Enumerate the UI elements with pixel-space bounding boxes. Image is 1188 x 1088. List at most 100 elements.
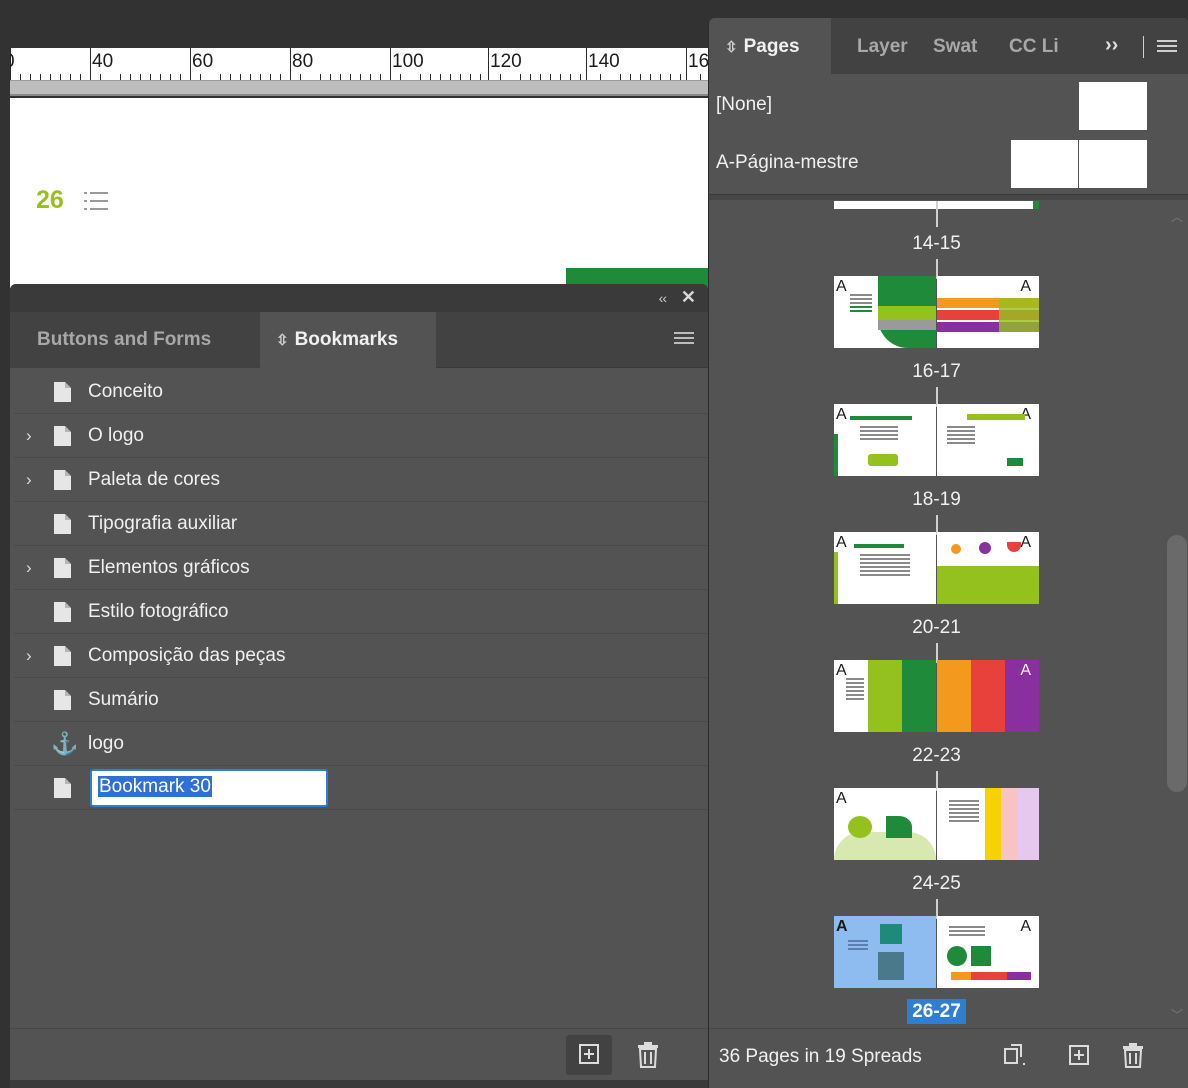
collapse-panel-icon[interactable]: ‹‹ (659, 290, 667, 306)
master-prefix: A (1020, 662, 1031, 679)
panel-title-bar[interactable]: ‹‹ ✕ (10, 284, 708, 312)
master-thumbnail-left[interactable] (1011, 140, 1078, 188)
spread-label[interactable]: 14-15 (834, 233, 1039, 255)
master-a-pagina-mestre[interactable]: A-Página-mestre (709, 136, 1188, 194)
bookmark-item-composicao-das-pecas[interactable]: › Composição das peças (14, 634, 708, 678)
edit-page-size-icon[interactable] (999, 1041, 1027, 1069)
ruler-minor-tick (380, 74, 381, 80)
bookmark-label: Sumário (88, 689, 159, 710)
ruler-minor-tick (40, 74, 41, 80)
document-canvas[interactable] (10, 98, 708, 288)
ruler-tick (686, 48, 687, 80)
spread-label[interactable]: 24-25 (834, 873, 1039, 895)
page-thumbnail[interactable]: A (834, 788, 936, 860)
ruler-tick (390, 48, 391, 80)
bookmark-item-estilo-fotografico[interactable]: Estilo fotográfico (14, 590, 708, 634)
ruler-minor-tick (100, 74, 101, 80)
chevron-right-icon[interactable]: › (26, 646, 32, 666)
pages-scroll-area[interactable]: 14-15 A A 16-17 A A 18-19 A A 20-21 A A … (709, 201, 1169, 1028)
trash-icon (638, 1042, 658, 1068)
ruler-label: 80 (292, 51, 314, 72)
page-thumbnail[interactable]: A (937, 404, 1039, 476)
close-panel-icon[interactable]: ✕ (681, 287, 696, 308)
bookmark-item-editing[interactable]: Bookmark 30 (14, 766, 708, 810)
bookmark-item-o-logo[interactable]: › O logo (14, 414, 708, 458)
spread-label-selected[interactable]: 26-27 (834, 999, 1039, 1024)
spread-label[interactable]: 20-21 (834, 617, 1039, 639)
panel-menu-icon[interactable] (674, 332, 694, 346)
tab-swatches[interactable]: Swat (933, 18, 987, 74)
bookmark-item-tipografia-auxiliar[interactable]: Tipografia auxiliar (14, 502, 708, 546)
master-thumbnail-right[interactable] (1079, 140, 1147, 188)
document-icon (54, 778, 71, 798)
document-top-bar (0, 0, 708, 10)
spread-label-text: 14-15 (912, 233, 961, 254)
page-thumbnail[interactable]: A (834, 276, 936, 348)
ruler-minor-tick (470, 74, 471, 80)
page-thumbnail[interactable]: A (834, 404, 936, 476)
chevron-right-icon[interactable]: › (26, 426, 32, 446)
tab-cc-libraries[interactable]: CC Li (1009, 18, 1065, 74)
chevron-right-icon[interactable]: › (26, 558, 32, 578)
chevron-right-icon[interactable]: › (26, 470, 32, 490)
page-thumbnail[interactable]: A (937, 788, 1039, 860)
spread-label[interactable]: 22-23 (834, 745, 1039, 767)
spread-label[interactable]: 18-19 (834, 489, 1039, 511)
bookmark-item-paleta-de-cores[interactable]: › Paleta de cores (14, 458, 708, 502)
page-thumbnail[interactable]: A (937, 660, 1039, 732)
up-down-arrows-icon: ⇳ (725, 39, 738, 56)
ruler-minor-tick (450, 74, 451, 80)
page-thumbnail[interactable]: A (937, 276, 1039, 348)
page-thumbnail[interactable]: A (937, 532, 1039, 604)
spread-label-text: 26-27 (907, 999, 966, 1024)
master-none[interactable]: [None] (709, 78, 1188, 136)
tab-buttons-and-forms[interactable]: Buttons and Forms (10, 312, 258, 368)
panel-menu-icon[interactable] (1157, 40, 1177, 54)
spread-thumbnail[interactable]: A A (834, 404, 1039, 476)
page-thumbnail[interactable]: A (834, 532, 936, 604)
spread-thumbnail[interactable]: A A (834, 916, 1039, 988)
ruler-minor-tick (530, 74, 531, 80)
master-thumbnail[interactable] (1079, 82, 1147, 130)
spread-label[interactable]: 16-17 (834, 361, 1039, 383)
horizontal-ruler[interactable]: 0 40 60 80 100 120 140 16 (10, 48, 708, 81)
bookmark-label: Elementos gráficos (88, 557, 250, 578)
tab-pages[interactable]: ⇳ Pages (709, 18, 831, 74)
selected-text: Bookmark 30 (98, 776, 212, 797)
page-thumbnail[interactable] (937, 201, 1039, 209)
bookmark-item-elementos-graficos[interactable]: › Elementos gráficos (14, 546, 708, 590)
tab-bookmarks[interactable]: ⇳ Bookmarks (260, 312, 436, 368)
spread-thumbnail[interactable]: A A (834, 532, 1039, 604)
new-bookmark-button[interactable] (566, 1035, 612, 1075)
page-thumbnail[interactable]: A (834, 660, 936, 732)
tab-layers[interactable]: Layer (857, 18, 909, 74)
tab-label: Swat (933, 36, 978, 57)
document-icon (54, 558, 71, 578)
scroll-down-icon[interactable]: ﹀ (1171, 1006, 1183, 1023)
overflow-tabs-icon[interactable]: ›› (1105, 34, 1118, 57)
bookmark-item-sumario[interactable]: Sumário (14, 678, 708, 722)
new-page-icon[interactable] (1065, 1041, 1093, 1069)
document-icon (54, 382, 71, 402)
pages-scroll-thumb[interactable] (1167, 535, 1187, 792)
page-thumbnail[interactable]: A (834, 916, 936, 988)
spread-thumbnail[interactable]: A A (834, 788, 1039, 860)
bookmark-item-logo-anchor[interactable]: ⚓ logo (14, 722, 708, 766)
scroll-up-icon[interactable]: ︿ (1171, 208, 1183, 225)
ruler-minor-tick (400, 74, 401, 80)
ruler-label: 140 (588, 51, 620, 72)
delete-bookmark-button[interactable] (630, 1037, 666, 1073)
ruler-minor-tick (500, 74, 501, 80)
spread-thumbnail[interactable]: A A (834, 660, 1039, 732)
spread-label-text: 18-19 (912, 489, 961, 510)
page-thumbnail[interactable] (834, 201, 936, 209)
ruler-minor-tick (700, 74, 701, 80)
bookmark-item-conceito[interactable]: Conceito (14, 370, 708, 414)
delete-page-icon[interactable] (1119, 1041, 1147, 1069)
page-thumbnail[interactable]: A (937, 916, 1039, 988)
bookmark-name-input[interactable]: Bookmark 30 (90, 769, 328, 807)
document-icon (54, 602, 71, 622)
bookmarks-list: Conceito › O logo › Paleta de cores Tipo… (14, 370, 708, 810)
ruler-minor-tick (660, 74, 661, 80)
spread-thumbnail[interactable]: A A (834, 276, 1039, 348)
